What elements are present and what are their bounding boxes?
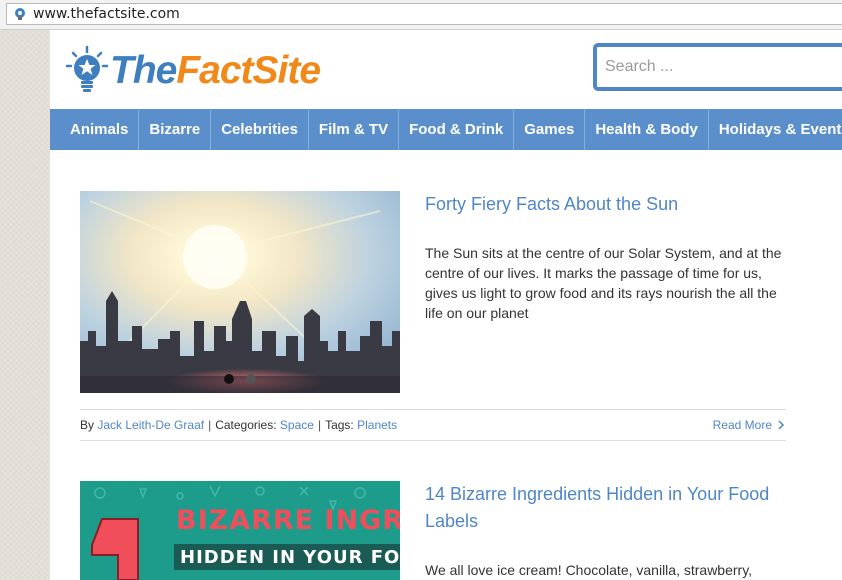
nav-item-bizarre[interactable]: Bizarre [139,109,212,150]
article-card: BIZARRE INGREDIENTS HIDDEN IN YOUR FOOD … [80,481,786,580]
image-text-line2: HIDDEN IN YOUR FOOD LABELS [180,547,400,568]
chevron-right-icon [778,420,785,430]
category-link[interactable]: Space [280,418,314,432]
meta-categories-label: Categories: [215,418,277,432]
page: TheFactSite Animals Bizarre Celebrities … [50,30,842,580]
article-image-ingredients[interactable]: BIZARRE INGREDIENTS HIDDEN IN YOUR FOOD … [80,481,400,580]
page-background-margin [0,30,50,580]
article-title[interactable]: 14 Bizarre Ingredients Hidden in Your Fo… [425,481,785,535]
nav-item-health-body[interactable]: Health & Body [585,109,709,150]
nav-item-celebrities[interactable]: Celebrities [211,109,309,150]
read-more-label: Read More [712,418,772,432]
tag-link[interactable]: Planets [357,418,397,432]
image-text-line1: BIZARRE INGREDIENTS [176,505,400,536]
meta-separator: | [208,418,212,432]
carousel-dot[interactable] [246,374,256,384]
logo-text-fact: Fact [176,49,253,92]
logo-wordmark: TheFactSite [110,44,322,98]
nav-item-animals[interactable]: Animals [50,109,140,150]
nav-item-film-tv[interactable]: Film & TV [309,109,400,150]
read-more-link[interactable]: Read More [713,418,786,432]
article-image-sun[interactable] [80,191,400,393]
carousel-dot-active[interactable] [224,374,234,384]
lightbulb-star-icon [65,45,109,92]
article-excerpt: We all love ice cream! Chocolate, vanill… [425,562,753,578]
search-input[interactable] [597,47,842,87]
meta-tags-label: Tags: [325,418,354,432]
search-box [593,43,842,91]
nav-item-holidays-events[interactable]: Holidays & Events [709,109,842,150]
url-text: www.thefactsite.com [33,6,180,22]
article-title[interactable]: Forty Fiery Facts About the Sun [425,191,785,218]
site-favicon-icon [13,7,27,21]
url-field[interactable]: www.thefactsite.com [6,3,842,25]
meta-by-label: By [80,418,95,432]
author-link[interactable]: Jack Leith-De Graaf [97,418,204,432]
site-logo[interactable]: TheFactSite [64,44,322,98]
browser-address-bar: www.thefactsite.com [0,0,842,30]
article-meta-bar: By Jack Leith-De Graaf | Categories: Spa… [80,409,786,441]
logo-text-site: Site [252,49,322,92]
nav-item-food-drink[interactable]: Food & Drink [399,109,515,150]
nav-item-games[interactable]: Games [514,109,586,150]
logo-text-the: The [110,49,177,92]
meta-separator: | [317,418,322,432]
main-nav: Animals Bizarre Celebrities Film & TV Fo… [50,109,842,150]
article-excerpt: The Sun sits at the centre of our Solar … [425,245,782,321]
article-card: Forty Fiery Facts About the Sun The Sun … [80,191,786,441]
